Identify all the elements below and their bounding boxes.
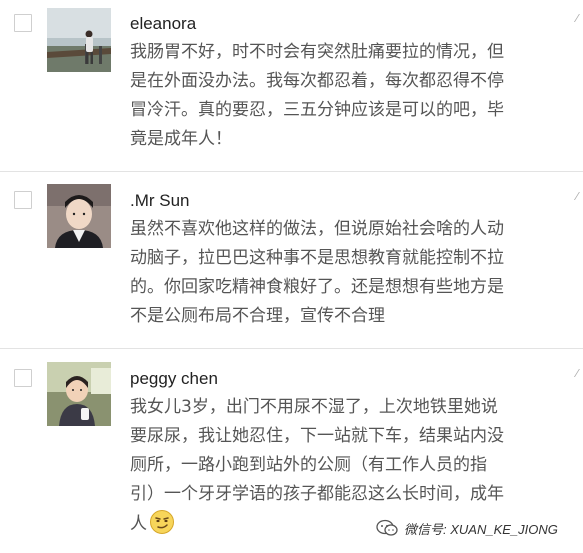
select-checkbox[interactable] bbox=[14, 369, 32, 387]
comment-line: 我女儿3岁，出门不用尿不湿了，上次地铁里她说 bbox=[130, 397, 498, 417]
comment-line-text: 人 bbox=[130, 514, 147, 534]
comment-author[interactable]: peggy chen bbox=[130, 369, 218, 389]
watermark-text: 微信号: XUAN_KE_JIONG bbox=[404, 521, 558, 537]
comment-line: 动脑子，拉巴巴这种事不是思想教育就能控制不拉 bbox=[130, 248, 504, 268]
person-avatar-icon bbox=[47, 8, 111, 72]
comment-line: 是在外面没办法。我每次都忍着，每次都忍得不停 bbox=[130, 71, 504, 91]
child-avatar-icon bbox=[47, 362, 111, 426]
comment-line: 竟是成年人！ bbox=[130, 129, 232, 149]
comment-line: 的。你回家吃精神食粮好了。还是想想有些地方是 bbox=[130, 277, 504, 297]
avatar[interactable] bbox=[47, 8, 111, 72]
comment-item: eleanora 我肠胃不好，时不时会有突然肚痛要拉的情况，但 是在外面没办法。… bbox=[0, 0, 583, 171]
comment-text: 我肠胃不好，时不时会有突然肚痛要拉的情况，但 是在外面没办法。我每次都忍着，每次… bbox=[130, 38, 548, 154]
watermark: 微信号: XUAN_KE_JIONG bbox=[372, 517, 562, 539]
avatar[interactable] bbox=[47, 362, 111, 426]
comment-text: 虽然不喜欢他这样的做法，但说原始社会啥的人动 动脑子，拉巴巴这种事不是思想教育就… bbox=[130, 215, 548, 331]
smirk-emoji-icon bbox=[149, 509, 175, 545]
select-checkbox[interactable] bbox=[14, 14, 32, 32]
comment-line: 要尿尿，我让她忍住，下一站就下车，结果站内没 bbox=[130, 426, 504, 446]
comment-line: 虽然不喜欢他这样的做法，但说原始社会啥的人动 bbox=[130, 219, 504, 239]
comment-line: 引）一个牙牙学语的孩子都能忍这么长时间，成年 bbox=[130, 484, 504, 504]
comment-line: 冒冷汗。真的要忍，三五分钟应该是可以的吧，毕 bbox=[130, 100, 504, 120]
comment-author[interactable]: eleanora bbox=[130, 14, 196, 34]
more-icon[interactable]: ⁄ bbox=[576, 13, 582, 24]
select-checkbox[interactable] bbox=[14, 191, 32, 209]
comment-author[interactable]: .Mr Sun bbox=[130, 191, 190, 211]
person-avatar-icon bbox=[47, 184, 111, 248]
avatar[interactable] bbox=[47, 184, 111, 248]
comment-item: .Mr Sun 虽然不喜欢他这样的做法，但说原始社会啥的人动 动脑子，拉巴巴这种… bbox=[0, 172, 583, 348]
more-icon[interactable]: ⁄ bbox=[576, 368, 582, 379]
comment-line: 我肠胃不好，时不时会有突然肚痛要拉的情况，但 bbox=[130, 42, 504, 62]
more-icon[interactable]: ⁄ bbox=[576, 191, 582, 202]
comment-line: 不是公厕布局不合理，宣传不合理 bbox=[130, 306, 385, 326]
comment-line: 厕所，一路小跑到站外的公厕（有工作人员的指 bbox=[130, 455, 487, 475]
wechat-icon bbox=[376, 519, 398, 536]
